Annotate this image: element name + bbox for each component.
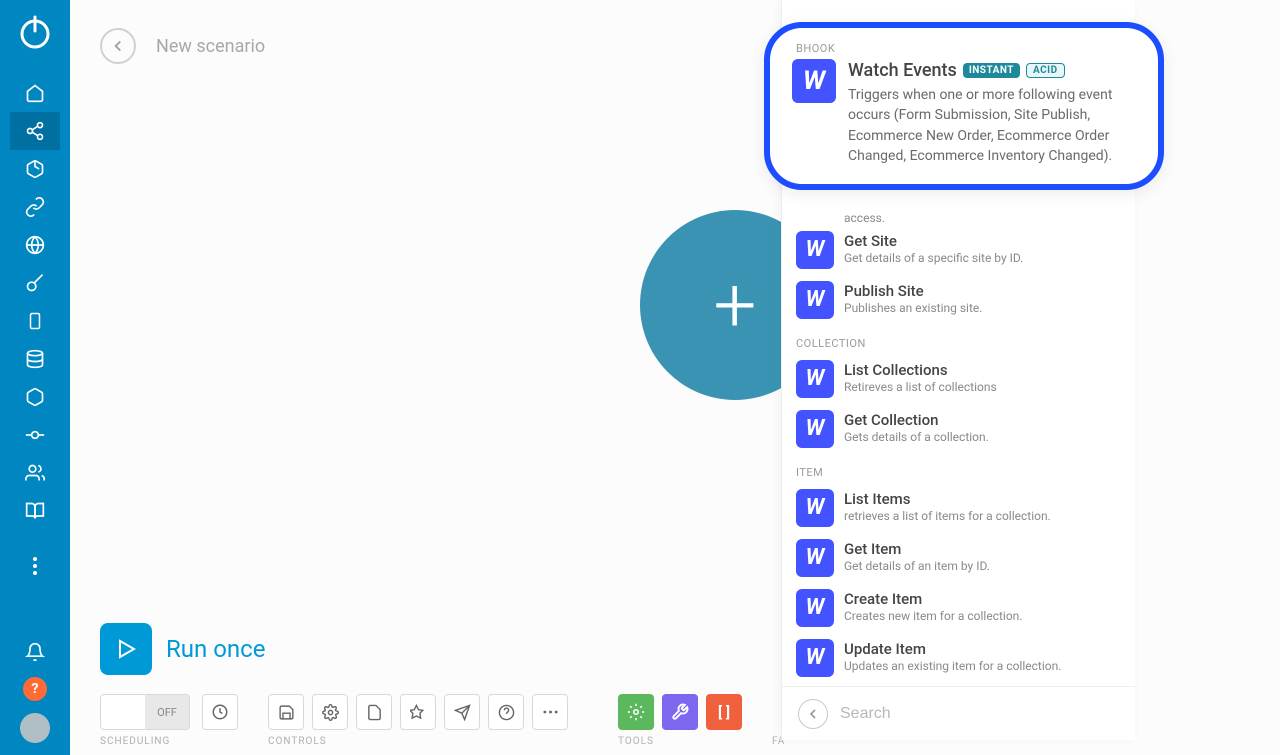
scheduling-label: SCHEDULING [100, 736, 238, 747]
user-avatar[interactable] [20, 713, 50, 743]
webflow-icon: W [796, 410, 834, 448]
action-desc: Get details of an item by ID. [844, 559, 1121, 575]
help-button[interactable] [488, 694, 524, 730]
scheduling-group: OFF SCHEDULING [100, 694, 238, 747]
action-desc: Gets details of a collection. [844, 430, 1121, 446]
action-desc: retrieves a list of items for a collecti… [844, 509, 1121, 525]
action-item[interactable]: W List Collections Retireves a list of c… [796, 356, 1121, 406]
nav-webhooks[interactable] [10, 226, 60, 264]
action-title: Get Site [844, 232, 1121, 250]
action-title: List Items [844, 490, 1121, 508]
action-title: Create Item [844, 590, 1121, 608]
scenario-title[interactable]: New scenario [156, 36, 265, 57]
instant-badge: INSTANT [963, 63, 1020, 78]
acid-badge: ACID [1026, 63, 1065, 78]
webflow-icon: W [796, 589, 834, 627]
section-label: COLLECTION [796, 337, 1121, 350]
action-desc: Creates new item for a collection. [844, 609, 1121, 625]
highlighted-action[interactable]: BHOOK W Watch Events INSTANT ACID Trigge… [764, 22, 1164, 190]
notes-button[interactable] [356, 694, 392, 730]
nav-datastores[interactable] [10, 340, 60, 378]
sidebar: ? [0, 0, 70, 755]
controls-label: CONTROLS [268, 736, 568, 747]
webflow-icon: W [796, 489, 834, 527]
app-logo [14, 12, 56, 54]
back-button[interactable] [100, 28, 136, 64]
flow-control-button[interactable] [662, 694, 698, 730]
action-desc: Publishes an existing site. [844, 301, 1121, 317]
nav-connections[interactable] [10, 188, 60, 226]
highlight-title-row: Watch Events INSTANT ACID [848, 60, 1132, 81]
action-desc: Retireves a list of collections [844, 380, 1121, 396]
nav-users[interactable] [10, 454, 60, 492]
auto-align-button[interactable] [400, 694, 436, 730]
nav-keys[interactable] [10, 264, 60, 302]
webflow-icon: W [792, 59, 836, 103]
save-button[interactable] [268, 694, 304, 730]
controls-group: CONTROLS [268, 694, 568, 747]
search-back-button[interactable] [798, 699, 828, 729]
nav-templates[interactable] [10, 150, 60, 188]
action-item[interactable]: W Update Item Updates an existing item f… [796, 635, 1121, 685]
webflow-icon: W [796, 360, 834, 398]
webflow-icon: W [796, 639, 834, 677]
scheduling-toggle[interactable]: OFF [100, 694, 190, 730]
nav-scenarios[interactable] [10, 112, 60, 150]
explain-flow-button[interactable] [444, 694, 480, 730]
action-item[interactable]: W Get Item Get details of an item by ID. [796, 535, 1121, 585]
panel-search-bar [782, 686, 1135, 740]
plus-icon: + [714, 267, 757, 343]
action-item[interactable]: W Get Collection Gets details of a colle… [796, 406, 1121, 456]
action-item[interactable]: W Publish Site Publishes an existing sit… [796, 277, 1121, 327]
schedule-settings-button[interactable] [202, 694, 238, 730]
action-title: Get Item [844, 540, 1121, 558]
notifications-icon[interactable] [10, 633, 60, 671]
nav-datastructures[interactable] [10, 378, 60, 416]
webflow-icon: W [796, 231, 834, 269]
action-desc: Get details of a specific site by ID. [844, 251, 1121, 267]
action-title: Publish Site [844, 282, 1121, 300]
tools-label: TOOLS [618, 736, 742, 747]
search-input[interactable] [840, 705, 1119, 723]
brackets-icon: [ ] [718, 703, 730, 721]
action-item[interactable]: W List Items retrieves a list of items f… [796, 485, 1121, 535]
highlight-desc: Triggers when one or more following even… [848, 85, 1132, 166]
action-item[interactable]: W Create Item Creates new item for a col… [796, 585, 1121, 635]
tools-group: [ ] TOOLS [618, 694, 742, 747]
section-label: ITEM [796, 466, 1121, 479]
action-item[interactable]: W Get Site Get details of a specific sit… [796, 227, 1121, 277]
run-once-button[interactable] [100, 623, 152, 675]
help-icon[interactable]: ? [23, 677, 47, 701]
highlight-section-label: BHOOK [796, 42, 1132, 55]
webflow-icon: W [796, 539, 834, 577]
more-button[interactable] [532, 694, 568, 730]
action-title: List Collections [844, 361, 1121, 379]
nav-docs[interactable] [10, 492, 60, 530]
action-title: Update Item [844, 640, 1121, 658]
partial-desc: access. [844, 211, 1121, 227]
highlight-title: Watch Events [848, 60, 957, 81]
text-parser-button[interactable]: [ ] [706, 694, 742, 730]
action-desc: Updates an existing item for a collectio… [844, 659, 1121, 675]
run-once-label: Run once [166, 635, 265, 663]
settings-button[interactable] [312, 694, 348, 730]
webflow-icon: W [796, 281, 834, 319]
nav-home[interactable] [10, 74, 60, 112]
more-menu-icon[interactable] [10, 547, 60, 585]
tools-button[interactable] [618, 694, 654, 730]
scheduling-off-label: OFF [145, 694, 189, 730]
nav-devices[interactable] [10, 302, 60, 340]
action-title: Get Collection [844, 411, 1121, 429]
nav-commit-icon[interactable] [10, 416, 60, 454]
